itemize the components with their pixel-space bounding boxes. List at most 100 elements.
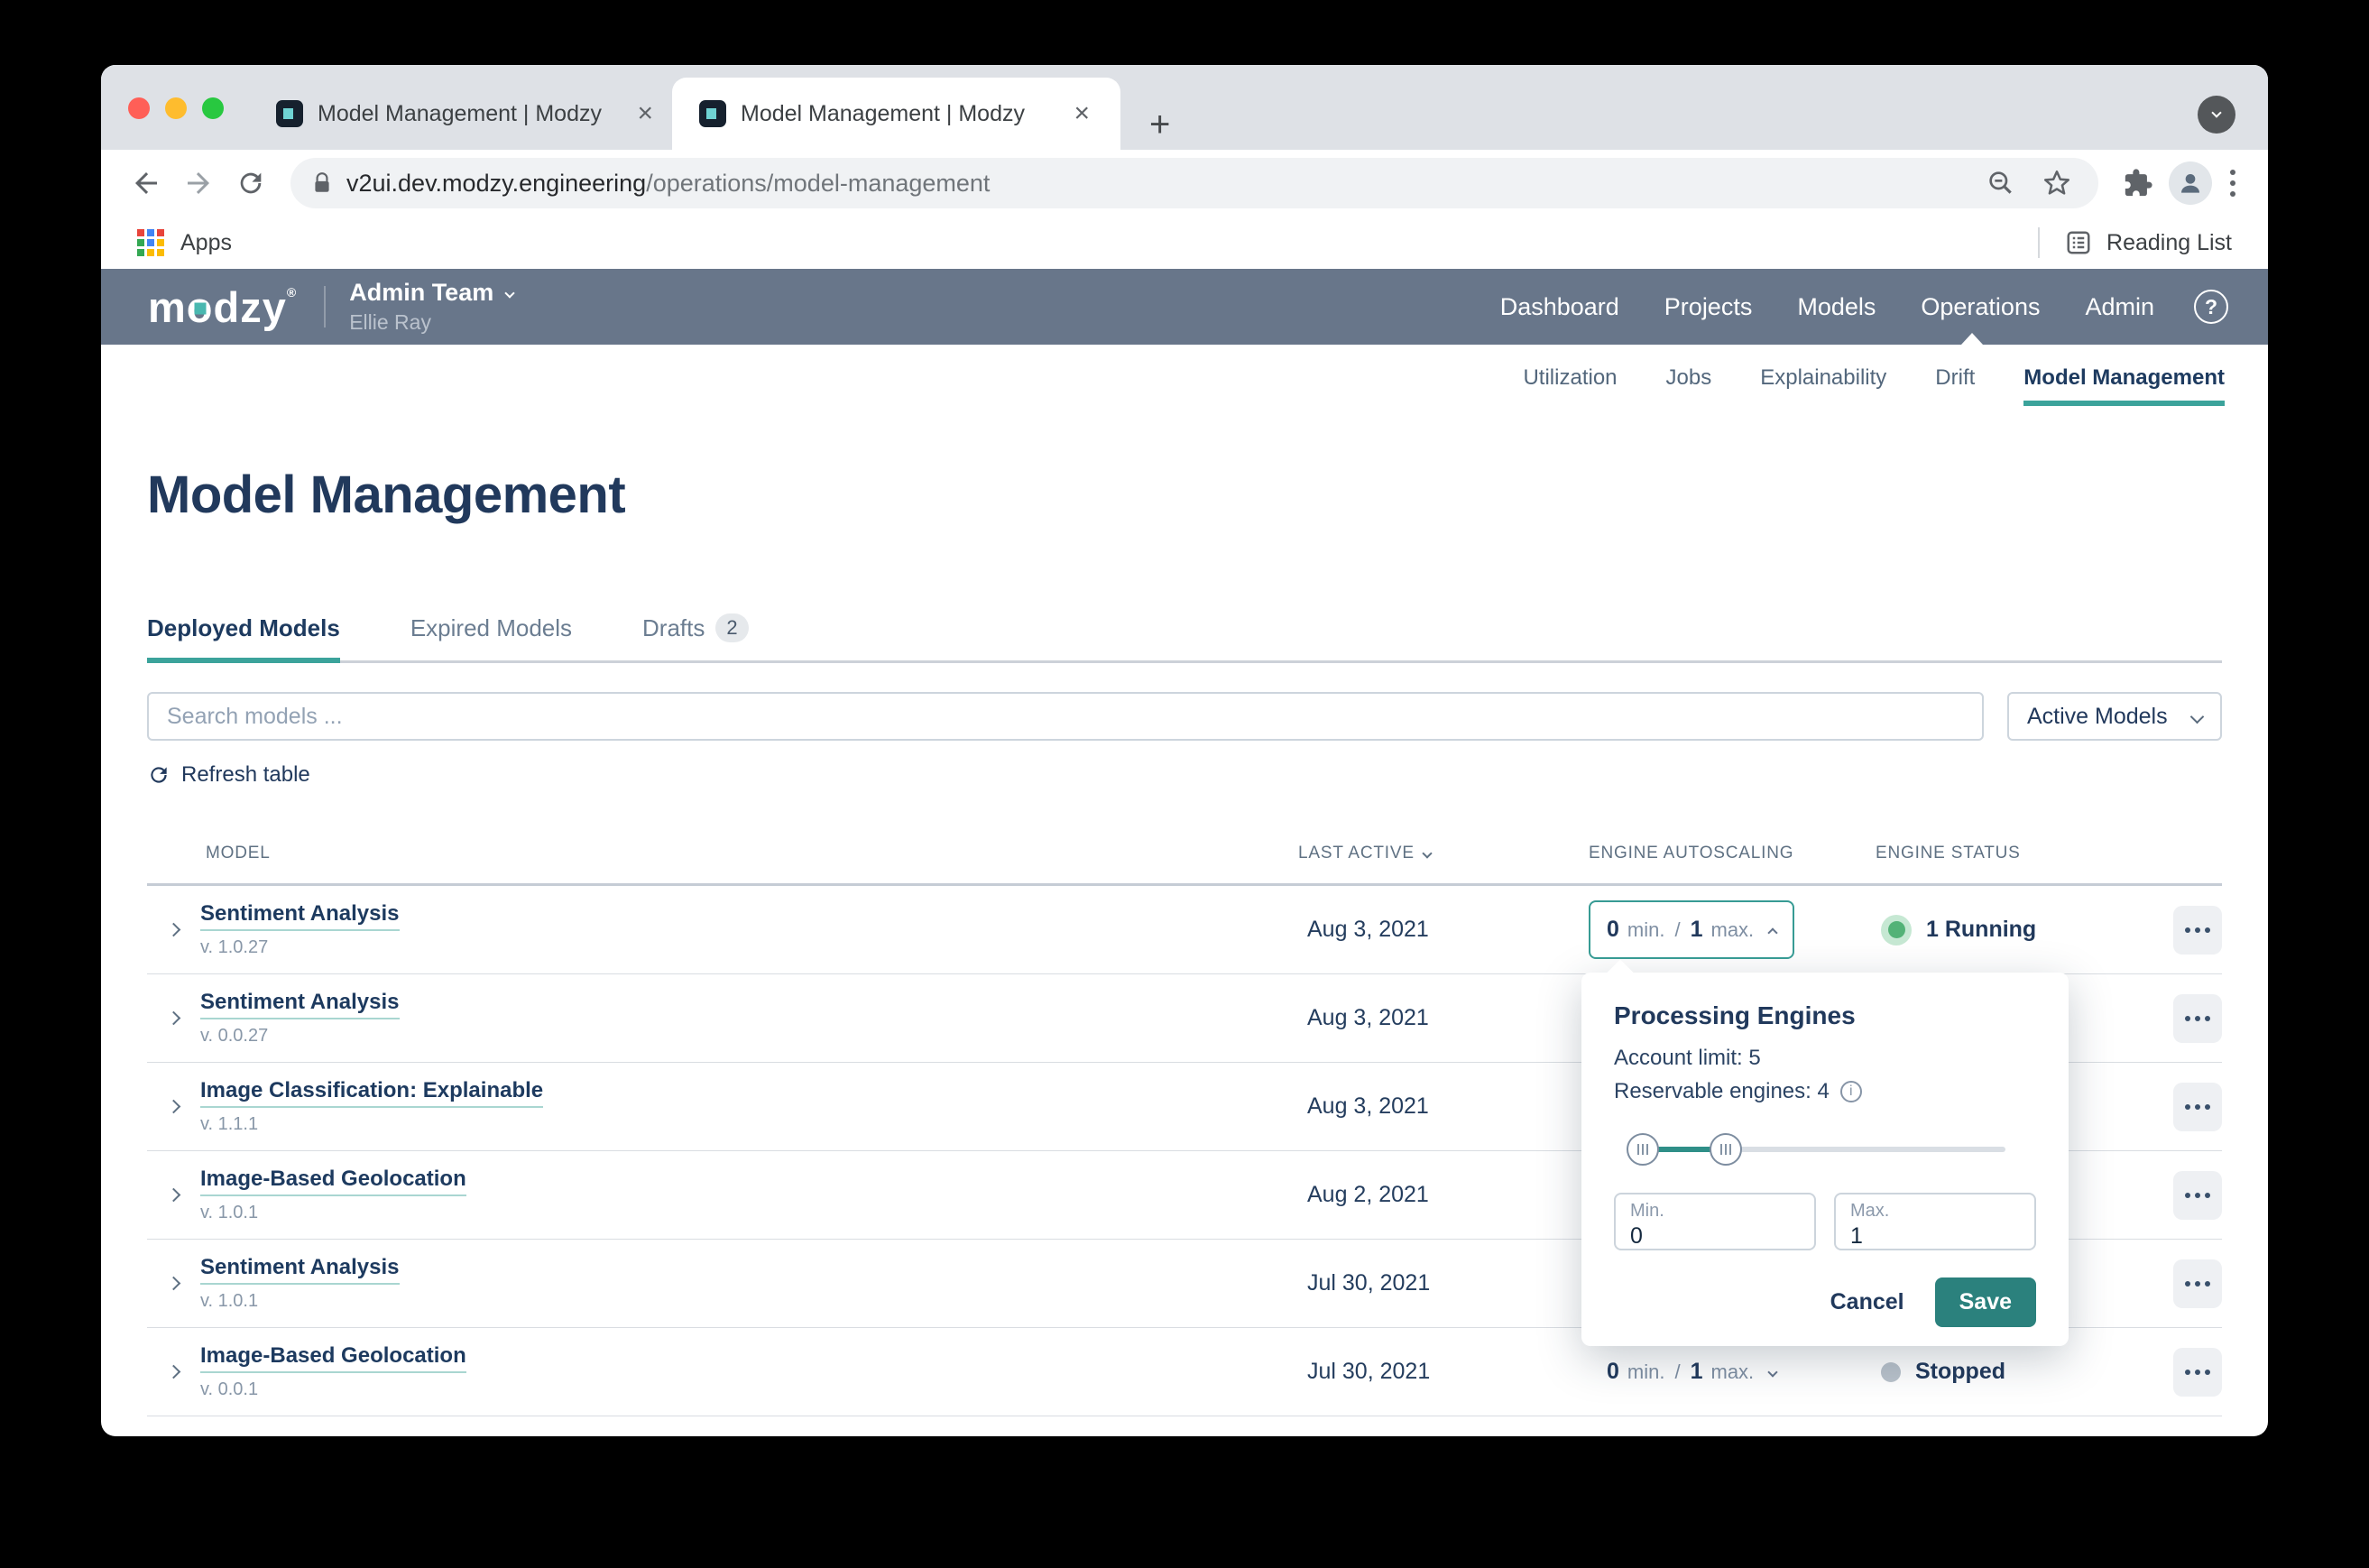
minimize-window-button[interactable] xyxy=(165,97,187,119)
row-menu-button[interactable] xyxy=(2173,1259,2222,1308)
row-menu-button[interactable] xyxy=(2173,905,2222,955)
info-icon[interactable]: i xyxy=(1839,1081,1862,1102)
row-expand-chevron[interactable] xyxy=(166,922,181,937)
back-button[interactable] xyxy=(124,161,168,205)
last-active-date: Jul 30, 2021 xyxy=(1307,1359,1431,1384)
apps-label[interactable]: Apps xyxy=(180,230,232,256)
slider-handle-max[interactable] xyxy=(1710,1133,1742,1166)
account-limit: Account limit: 5 xyxy=(1614,1046,1761,1070)
browser-menu-icon[interactable] xyxy=(2221,170,2245,197)
min-field[interactable]: Min. 0 xyxy=(1614,1193,1816,1250)
search-input[interactable] xyxy=(147,692,1984,741)
page-title: Model Management xyxy=(147,466,626,524)
subnav-model-management[interactable]: Model Management xyxy=(2023,365,2225,406)
modzy-favicon xyxy=(276,100,303,127)
team-switcher[interactable]: Admin Team Ellie Ray xyxy=(349,279,515,335)
row-expand-chevron[interactable] xyxy=(166,1010,181,1026)
tab-expired-models[interactable]: Expired Models xyxy=(410,613,572,642)
autoscaling-button-open[interactable]: 0 min. / 1 max. xyxy=(1589,900,1795,959)
nav-dashboard[interactable]: Dashboard xyxy=(1500,293,1619,321)
tab-search-button[interactable] xyxy=(2198,96,2235,134)
sort-caret-icon xyxy=(1422,848,1433,859)
nav-projects[interactable]: Projects xyxy=(1664,293,1753,321)
help-icon[interactable]: ? xyxy=(2194,290,2228,324)
zoom-window-button[interactable] xyxy=(202,97,224,119)
team-name: Admin Team xyxy=(349,279,494,306)
tab-drafts-label: Drafts xyxy=(642,613,705,641)
zoom-out-icon[interactable] xyxy=(1979,161,2023,205)
stopped-status-icon xyxy=(1881,1361,1901,1382)
filter-value: Active Models xyxy=(2027,703,2168,729)
last-active-date: Aug 3, 2021 xyxy=(1307,917,1429,942)
cancel-button[interactable]: Cancel xyxy=(1830,1289,1904,1315)
subnav-drift[interactable]: Drift xyxy=(1935,365,1975,391)
model-name-link[interactable]: Sentiment Analysis xyxy=(200,990,400,1019)
model-version: v. 1.0.27 xyxy=(200,937,269,957)
max-label: Max. xyxy=(1850,1201,1890,1221)
min-input[interactable]: 0 xyxy=(1630,1223,1800,1250)
reload-button[interactable] xyxy=(229,161,272,205)
max-field[interactable]: Max. 1 xyxy=(1834,1193,2036,1250)
row-menu-button[interactable] xyxy=(2173,1170,2222,1220)
subnav-jobs[interactable]: Jobs xyxy=(1666,365,1712,391)
model-name-link[interactable]: Sentiment Analysis xyxy=(200,901,400,931)
url-bar[interactable]: v2ui.dev.modzy.engineering/operations/mo… xyxy=(290,158,2098,208)
processing-engines-popover: Processing Engines Account limit: 5 Rese… xyxy=(1581,973,2069,1346)
refresh-label: Refresh table xyxy=(181,762,310,787)
nav-models[interactable]: Models xyxy=(1797,293,1876,321)
new-tab-button[interactable]: + xyxy=(1149,106,1170,143)
profile-avatar[interactable] xyxy=(2169,161,2212,205)
row-expand-chevron[interactable] xyxy=(166,1187,181,1203)
tab-drafts[interactable]: Drafts 2 xyxy=(642,613,749,642)
autoscaling-button[interactable]: 0 min. / 1 max. xyxy=(1607,1359,1778,1385)
tab-deployed-models[interactable]: Deployed Models xyxy=(147,613,340,663)
row-expand-chevron[interactable] xyxy=(166,1364,181,1379)
browser-tab-active[interactable]: Model Management | Modzy × xyxy=(672,78,1120,150)
min-label: Min. xyxy=(1630,1201,1664,1221)
tab-close-icon[interactable]: × xyxy=(1070,100,1093,127)
row-expand-chevron[interactable] xyxy=(166,1276,181,1291)
refresh-table-button[interactable]: Refresh table xyxy=(147,762,310,788)
active-nav-caret xyxy=(1961,333,1983,345)
model-version: v. 1.1.1 xyxy=(200,1114,259,1134)
url-path: /operations/model-management xyxy=(646,169,991,197)
model-name-link[interactable]: Image-Based Geolocation xyxy=(200,1343,466,1373)
save-button[interactable]: Save xyxy=(1934,1277,2036,1327)
tab-close-icon[interactable]: × xyxy=(633,100,657,127)
status-label: 1 Running xyxy=(1926,917,2037,942)
model-name-link[interactable]: Sentiment Analysis xyxy=(200,1255,400,1285)
drafts-count-badge: 2 xyxy=(715,613,749,642)
divider xyxy=(2038,227,2041,258)
row-menu-button[interactable] xyxy=(2173,1082,2222,1131)
table-row: Sentiment Analysis v. 1.0.27 Aug 3, 2021… xyxy=(147,886,2222,974)
forward-button[interactable] xyxy=(177,161,220,205)
chevron-down-icon xyxy=(504,287,515,299)
col-last-active[interactable]: LAST ACTIVE xyxy=(1298,844,1589,863)
nav-operations[interactable]: Operations xyxy=(1921,293,2040,321)
extensions-puzzle-icon[interactable] xyxy=(2116,161,2160,205)
engine-range-slider xyxy=(1614,1131,2036,1167)
subnav-explainability[interactable]: Explainability xyxy=(1760,365,1886,391)
row-menu-button[interactable] xyxy=(2173,993,2222,1043)
bookmarks-bar: Apps Reading List xyxy=(101,217,2268,269)
reading-list-label[interactable]: Reading List xyxy=(2106,230,2232,256)
model-name-link[interactable]: Image-Based Geolocation xyxy=(200,1167,466,1196)
row-menu-button[interactable] xyxy=(2173,1347,2222,1397)
engine-status: 1 Running xyxy=(1876,914,2171,945)
subnav-utilization[interactable]: Utilization xyxy=(1523,365,1617,391)
last-active-date: Jul 30, 2021 xyxy=(1307,1270,1431,1296)
browser-tab-inactive[interactable]: Model Management | Modzy × xyxy=(263,78,669,150)
model-filter-dropdown[interactable]: Active Models xyxy=(2007,692,2222,741)
nav-admin[interactable]: Admin xyxy=(2085,293,2154,321)
modzy-logo[interactable]: modzy® xyxy=(148,286,297,328)
close-window-button[interactable] xyxy=(128,97,150,119)
model-name-link[interactable]: Image Classification: Explainable xyxy=(200,1078,544,1108)
slider-handle-min[interactable] xyxy=(1627,1133,1659,1166)
chevron-down-icon xyxy=(2189,709,2205,724)
model-version: v. 1.0.1 xyxy=(200,1203,259,1222)
bookmark-star-icon[interactable] xyxy=(2035,161,2079,205)
row-expand-chevron[interactable] xyxy=(166,1099,181,1114)
apps-grid-icon[interactable] xyxy=(137,229,164,256)
col-engine-autoscaling: ENGINE AUTOSCALING xyxy=(1589,844,1794,862)
max-input[interactable]: 1 xyxy=(1850,1223,2020,1250)
